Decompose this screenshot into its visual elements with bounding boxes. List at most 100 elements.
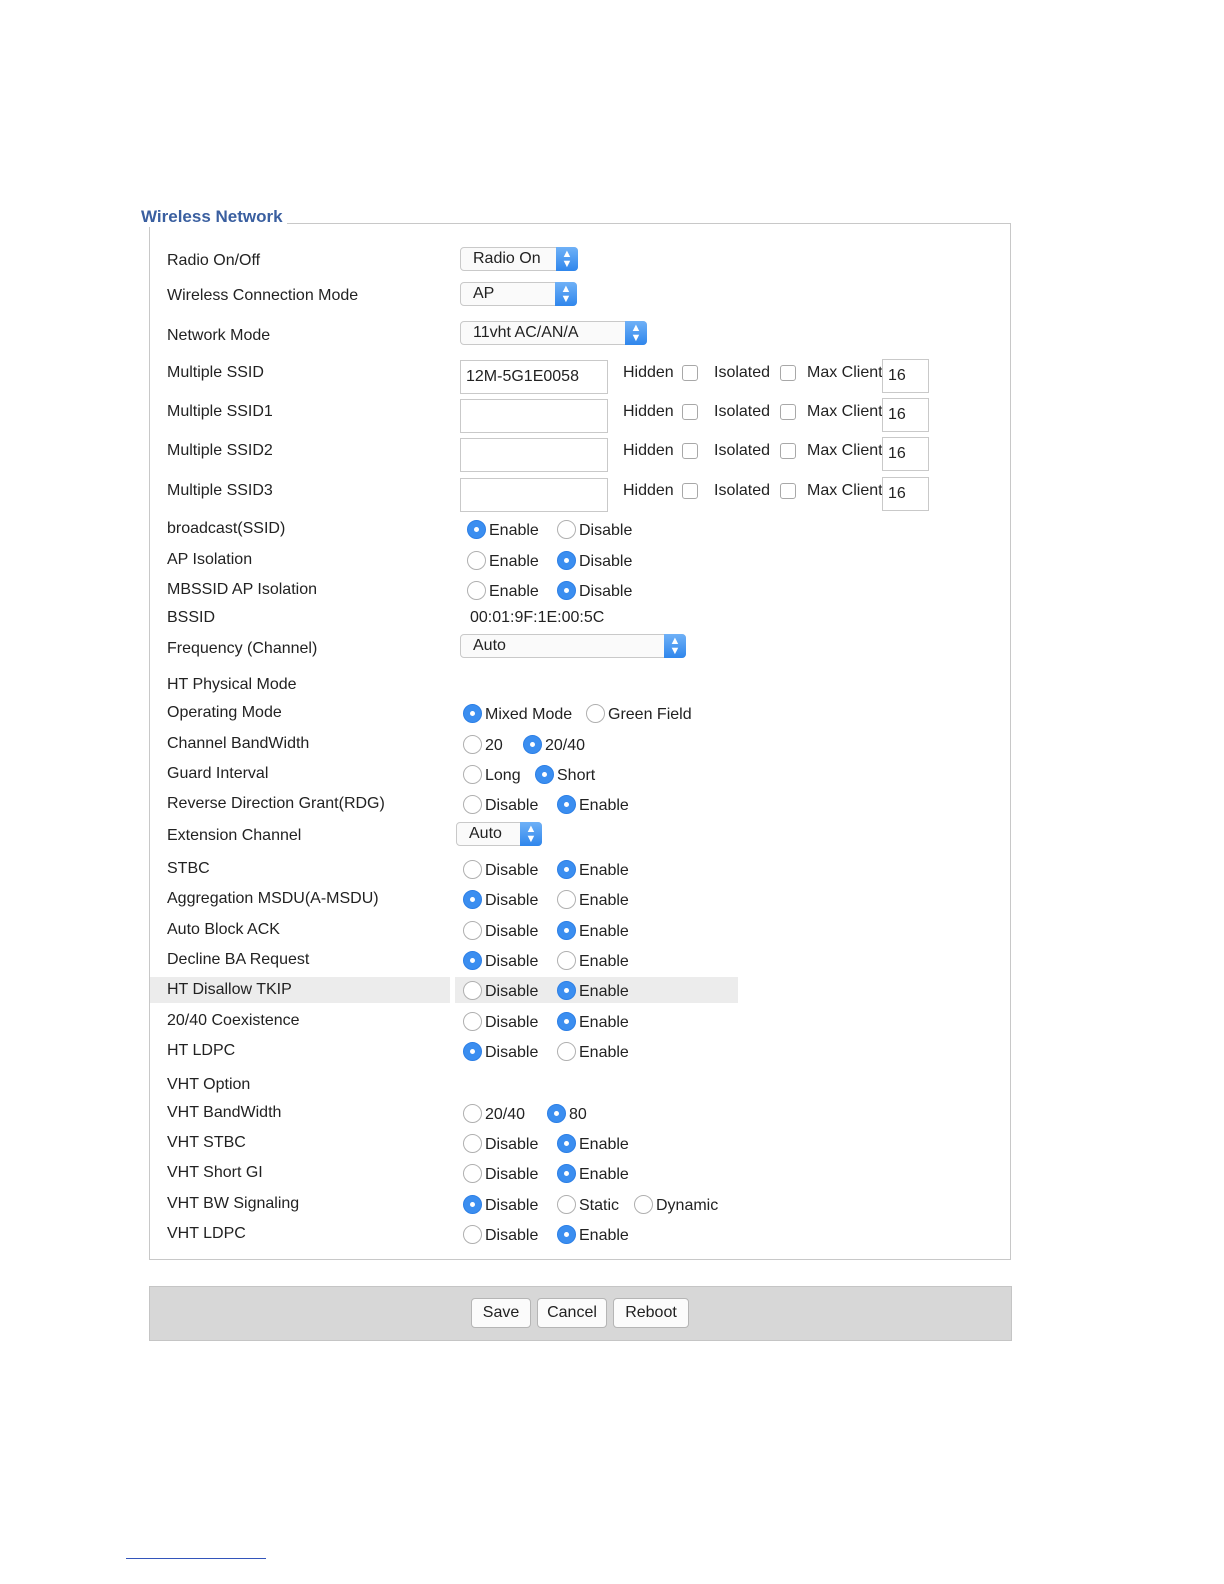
connection-mode-select[interactable]: AP ▲ ▼ — [460, 282, 577, 306]
radio-label: 20/40 — [545, 737, 586, 754]
ap-isolation-opt2[interactable]: Disable — [557, 551, 632, 571]
vht-bw-signaling-opt1[interactable]: Disable — [463, 1195, 538, 1215]
vht-stbc-row: VHT STBC Disable Enable — [0, 1132, 1224, 1160]
radio-icon — [547, 1104, 566, 1123]
coexistence-label: 20/40 Coexistence — [167, 1012, 300, 1029]
radio-label: Static — [579, 1197, 620, 1214]
radio-label: Enable — [579, 892, 629, 909]
auto-block-ack-opt2[interactable]: Enable — [557, 921, 629, 941]
vht-short-gi-opt2[interactable]: Enable — [557, 1164, 629, 1184]
vht-stbc-opt1[interactable]: Disable — [463, 1134, 538, 1154]
mbssid-isolation-label: MBSSID AP Isolation — [167, 581, 317, 598]
coexistence-opt2[interactable]: Enable — [557, 1012, 629, 1032]
ssid2-input[interactable] — [460, 438, 608, 472]
isolated-checkbox[interactable] — [780, 404, 796, 420]
hidden-checkbox[interactable] — [682, 365, 698, 381]
radio-icon — [467, 520, 486, 539]
vht-ldpc-opt1[interactable]: Disable — [463, 1225, 538, 1245]
connection-mode-value: AP — [473, 285, 495, 302]
radio-label: Enable — [579, 1014, 629, 1031]
select-arrows-icon: ▲ ▼ — [625, 321, 647, 345]
channel-bw-label: Channel BandWidth — [167, 735, 310, 752]
radio-icon — [557, 921, 576, 940]
connection-mode-label: Wireless Connection Mode — [167, 287, 359, 304]
max-client-input[interactable]: 16 — [882, 359, 929, 393]
radio-icon — [463, 1164, 482, 1183]
amsdu-label: Aggregation MSDU(A-MSDU) — [167, 890, 379, 907]
operating-mode-opt1[interactable]: Mixed Mode — [463, 704, 572, 724]
radio-label: Disable — [485, 923, 539, 940]
hidden-checkbox[interactable] — [682, 404, 698, 420]
mbssid-isolation-opt1[interactable]: Enable — [467, 581, 539, 601]
ssid-input[interactable]: 12M-5G1E0058 — [460, 360, 608, 394]
ssid3-input[interactable] — [460, 478, 608, 512]
stbc-opt2[interactable]: Enable — [557, 860, 629, 880]
radio-label: Enable — [579, 983, 629, 1000]
guard-interval-opt1[interactable]: Long — [463, 765, 521, 785]
amsdu-opt2[interactable]: Enable — [557, 890, 629, 910]
save-button[interactable]: Save — [471, 1298, 531, 1328]
radio-icon — [463, 951, 482, 970]
vht-short-gi-opt1[interactable]: Disable — [463, 1164, 538, 1184]
radio-icon — [586, 704, 605, 723]
vht-bw-opt2[interactable]: 80 — [547, 1104, 587, 1124]
broadcast-opt1[interactable]: Enable — [467, 520, 539, 540]
ht-section-row: HT Physical Mode — [0, 674, 1224, 702]
channel-bw-opt2[interactable]: 20/40 — [523, 735, 585, 755]
hidden-checkbox[interactable] — [682, 483, 698, 499]
vht-bw-signaling-opt2[interactable]: Static — [557, 1195, 619, 1215]
decline-ba-opt2[interactable]: Enable — [557, 951, 629, 971]
vht-bw-opt1[interactable]: 20/40 — [463, 1104, 525, 1124]
extension-channel-select[interactable]: Auto ▲ ▼ — [456, 822, 542, 846]
ssid1-input[interactable] — [460, 399, 608, 433]
isolated-checkbox[interactable] — [780, 483, 796, 499]
radio-icon — [535, 765, 554, 784]
vht-bw-signaling-opt3[interactable]: Dynamic — [634, 1195, 718, 1215]
amsdu-row: Aggregation MSDU(A-MSDU) Disable Enable — [0, 888, 1224, 916]
hidden-checkbox[interactable] — [682, 443, 698, 459]
isolated-label: Isolated — [714, 442, 771, 459]
ap-isolation-opt1[interactable]: Enable — [467, 551, 539, 571]
radio-icon — [557, 551, 576, 570]
channel-bw-opt1[interactable]: 20 — [463, 735, 503, 755]
amsdu-opt1[interactable]: Disable — [463, 890, 538, 910]
rdg-opt1[interactable]: Disable — [463, 795, 538, 815]
vht-ldpc-label: VHT LDPC — [167, 1225, 246, 1242]
ht-disallow-tkip-opt1[interactable]: Disable — [463, 981, 538, 1001]
radio-onoff-label: Radio On/Off — [167, 252, 261, 269]
broadcast-opt2[interactable]: Disable — [557, 520, 632, 540]
frequency-select[interactable]: Auto ▲ ▼ — [460, 634, 686, 658]
max-client-input[interactable]: 16 — [882, 398, 929, 432]
network-mode-select[interactable]: 11vht AC/AN/A ▲ ▼ — [460, 321, 647, 345]
mbssid-isolation-opt2[interactable]: Disable — [557, 581, 632, 601]
ht-disallow-tkip-opt2[interactable]: Enable — [557, 981, 629, 1001]
vht-stbc-opt2[interactable]: Enable — [557, 1134, 629, 1154]
ht-ldpc-opt2[interactable]: Enable — [557, 1042, 629, 1062]
max-client-label: Max Client — [807, 364, 883, 381]
radio-icon — [467, 551, 486, 570]
radio-icon — [463, 981, 482, 1000]
auto-block-ack-row: Auto Block ACK Disable Enable — [0, 919, 1224, 947]
rdg-opt2[interactable]: Enable — [557, 795, 629, 815]
max-client-label: Max Client — [807, 482, 883, 499]
guard-interval-opt2[interactable]: Short — [535, 765, 595, 785]
coexistence-opt1[interactable]: Disable — [463, 1012, 538, 1032]
isolated-checkbox[interactable] — [780, 443, 796, 459]
vht-ldpc-opt2[interactable]: Enable — [557, 1225, 629, 1245]
isolated-checkbox[interactable] — [780, 365, 796, 381]
operating-mode-opt2[interactable]: Green Field — [586, 704, 692, 724]
ht-disallow-tkip-row: HT Disallow TKIP Disable Enable — [0, 977, 1224, 1007]
reboot-button[interactable]: Reboot — [613, 1298, 689, 1328]
decline-ba-row: Decline BA Request Disable Enable — [0, 949, 1224, 977]
radio-label: Enable — [579, 1166, 629, 1183]
vht-stbc-label: VHT STBC — [167, 1134, 246, 1151]
max-client-input[interactable]: 16 — [882, 437, 929, 471]
auto-block-ack-opt1[interactable]: Disable — [463, 921, 538, 941]
cancel-button[interactable]: Cancel — [537, 1298, 607, 1328]
ht-ldpc-opt1[interactable]: Disable — [463, 1042, 538, 1062]
radio-label: Disable — [485, 1227, 539, 1244]
stbc-opt1[interactable]: Disable — [463, 860, 538, 880]
decline-ba-opt1[interactable]: Disable — [463, 951, 538, 971]
max-client-input[interactable]: 16 — [882, 477, 929, 511]
radio-onoff-select[interactable]: Radio On ▲ ▼ — [460, 247, 578, 271]
